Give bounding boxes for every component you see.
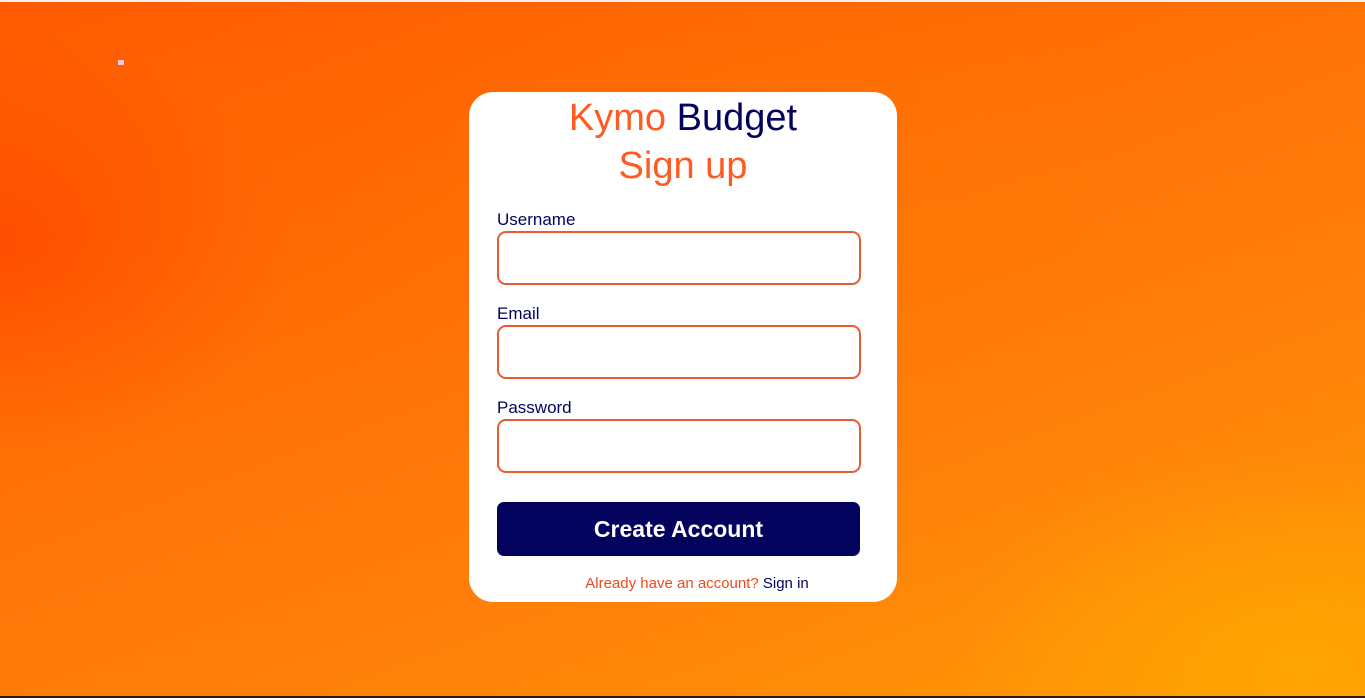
password-label: Password — [497, 398, 572, 417]
signin-prompt-text: Already have an account? — [585, 575, 759, 592]
password-input[interactable] — [497, 419, 861, 473]
username-label: Username — [497, 210, 576, 229]
brand-name-kymo: Kymo — [568, 97, 667, 139]
create-account-button[interactable]: Create Account — [497, 502, 860, 556]
brand-name-budget: Budget — [676, 97, 798, 139]
brand-logo: Kymo Budget — [469, 96, 897, 140]
signin-prompt: Already have an account? Sign in — [469, 575, 925, 593]
page-top-border — [0, 0, 1365, 2]
signin-link[interactable]: Sign in — [763, 575, 809, 592]
background-speck — [118, 60, 124, 65]
email-label: Email — [497, 304, 540, 323]
email-input[interactable] — [497, 325, 861, 379]
page-title: Sign up — [618, 145, 748, 187]
signup-card: Kymo Budget Sign up Username Email Passw… — [469, 92, 897, 602]
username-input[interactable] — [497, 231, 861, 285]
